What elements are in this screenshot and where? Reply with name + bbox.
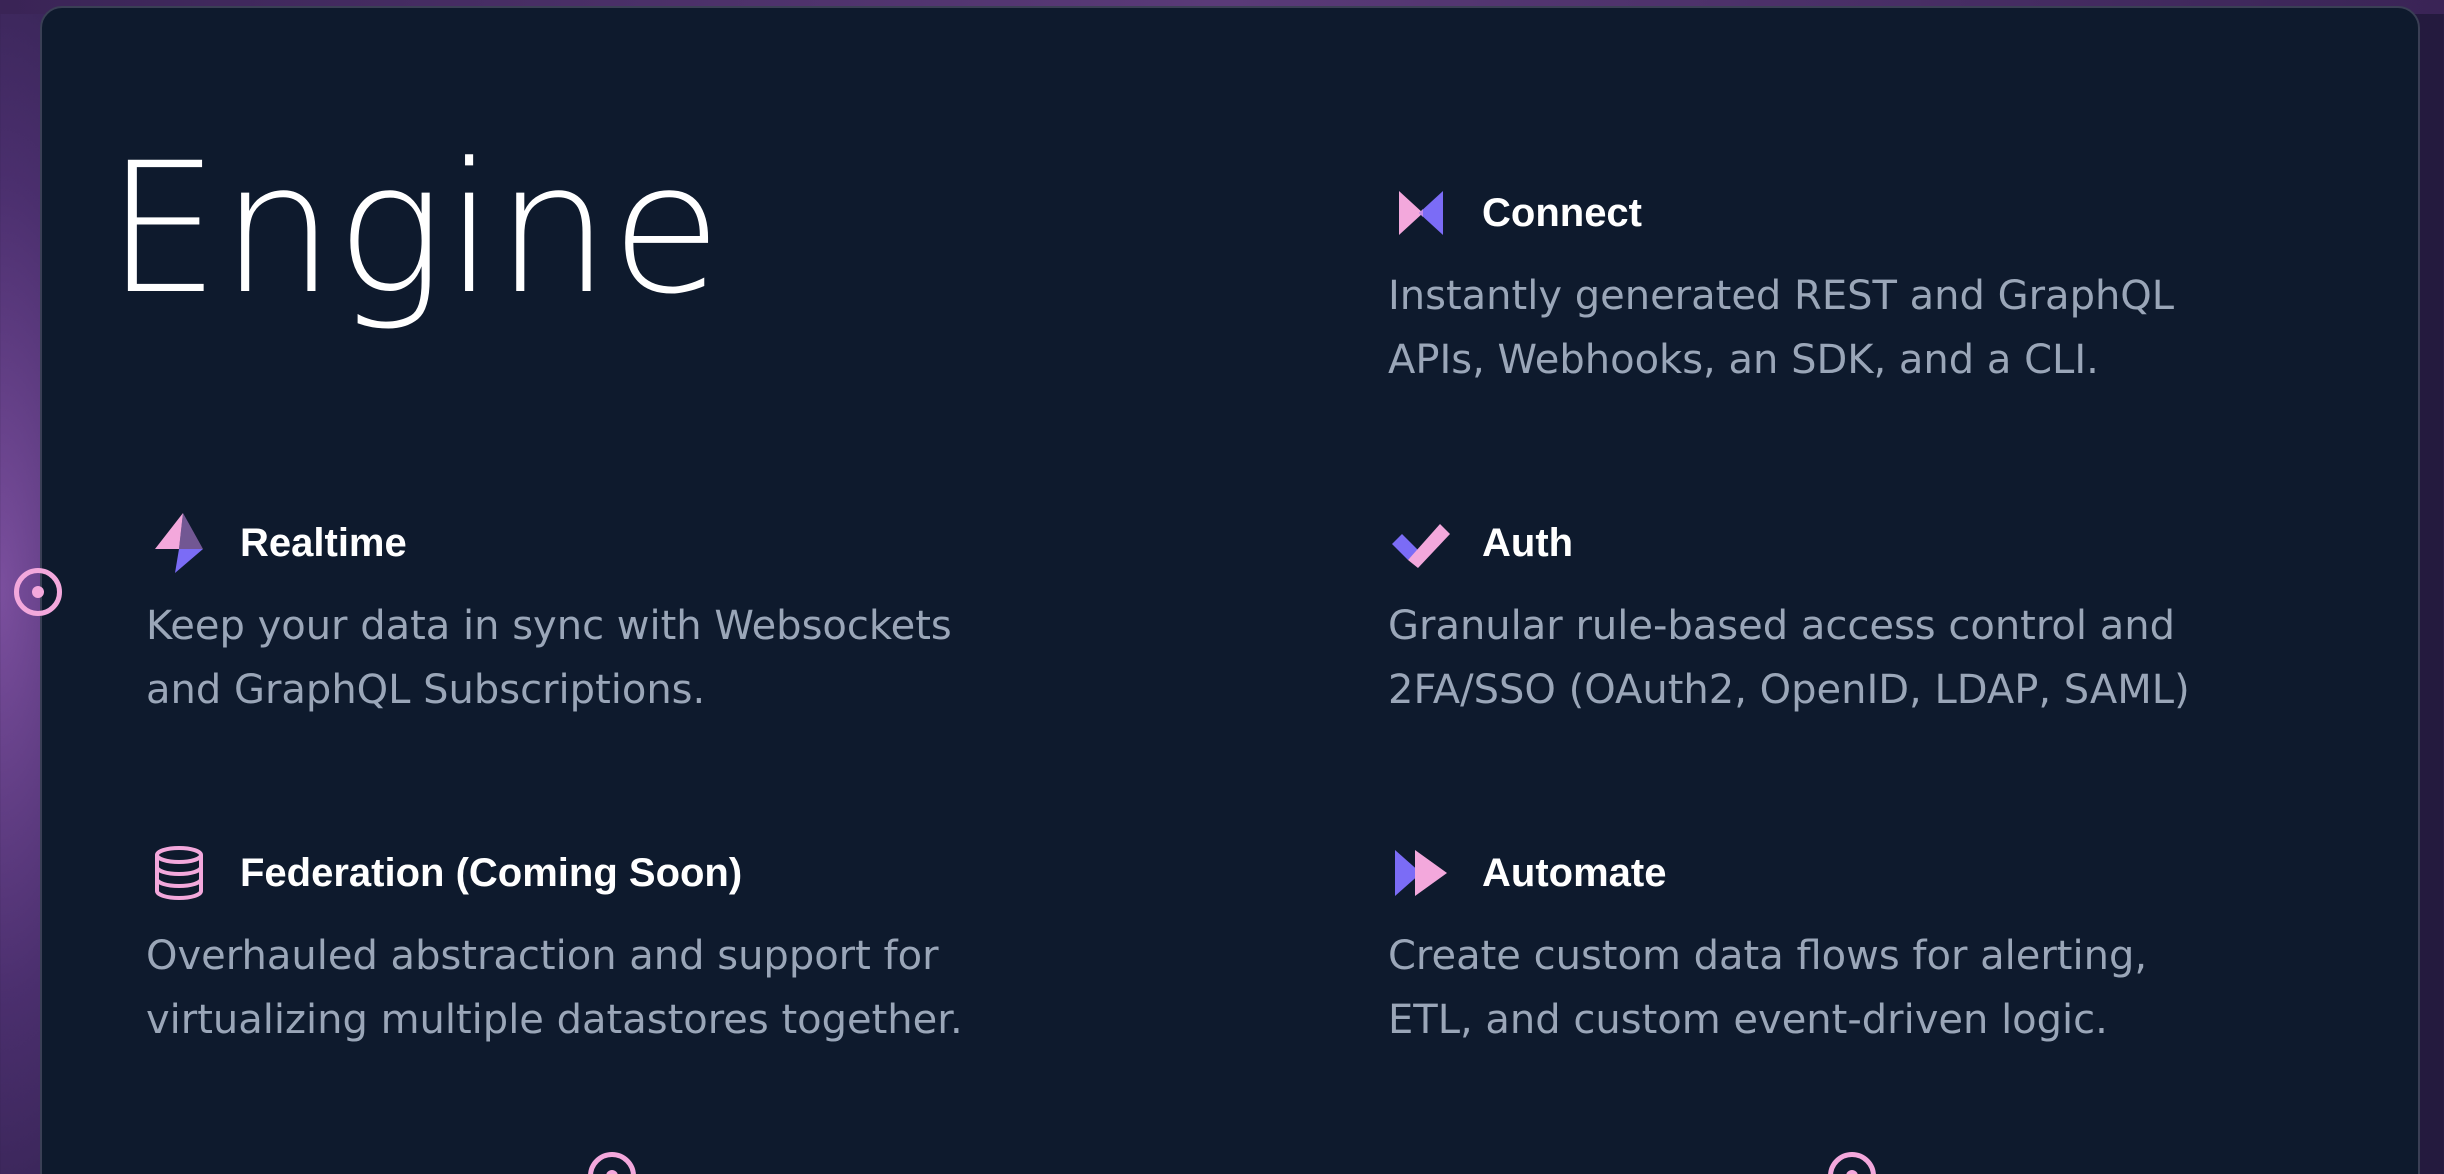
feature-connect: Connect Instantly generated REST and Gra…: [1388, 178, 2288, 392]
feature-auth: Auth Granular rule-based access control …: [1388, 508, 2288, 722]
feature-title: Federation (Coming Soon): [240, 850, 743, 895]
connector-node-left: [14, 568, 62, 616]
feature-title: Realtime: [240, 520, 407, 565]
connect-icon: [1388, 180, 1454, 246]
page-title: Engine: [106, 125, 723, 334]
feature-realtime: Realtime Keep your data in sync with Web…: [146, 508, 1046, 722]
feature-title: Automate: [1482, 850, 1667, 895]
feature-description: Keep your data in sync with Websockets a…: [146, 603, 952, 713]
feature-description: Overhauled abstraction and support for v…: [146, 933, 963, 1043]
feature-title: Auth: [1482, 520, 1574, 565]
feature-description: Granular rule-based access control and 2…: [1388, 603, 2190, 713]
feature-federation: Federation (Coming Soon) Overhauled abst…: [146, 838, 1046, 1052]
database-icon: [146, 840, 212, 906]
fast-forward-icon: [1388, 840, 1454, 906]
feature-title: Connect: [1482, 190, 1642, 235]
feature-description: Create custom data flows for alerting, E…: [1388, 933, 2148, 1043]
lightning-icon: [146, 510, 212, 576]
checkmark-icon: [1388, 510, 1454, 576]
feature-description: Instantly generated REST and GraphQL API…: [1388, 273, 2175, 383]
feature-automate: Automate Create custom data flows for al…: [1388, 838, 2288, 1052]
